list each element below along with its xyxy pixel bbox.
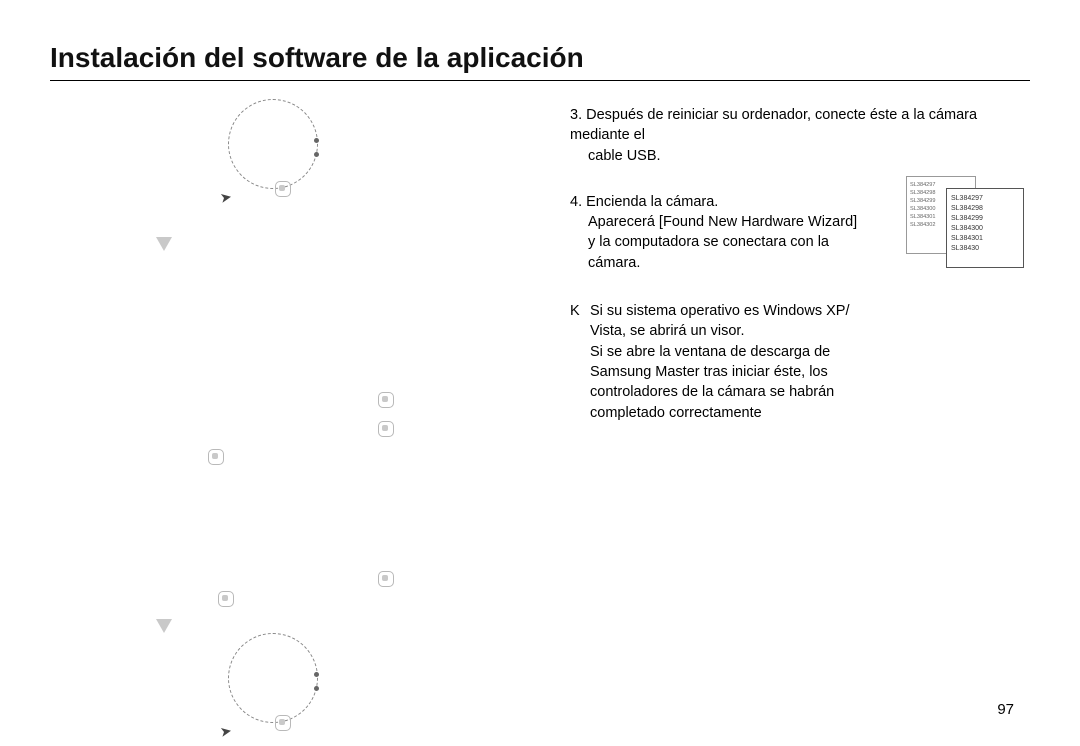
arrow-down-icon — [156, 619, 172, 633]
step-3: 3. Después de reiniciar su ordenador, co… — [570, 105, 1030, 166]
document-page: Instalación del software de la aplicació… — [0, 0, 1080, 746]
content-columns: ➤ ➤ 3. Después de reiniciar su ordenador… — [50, 99, 1030, 699]
note-line: Vista, se abrirá un visor. — [590, 321, 1030, 341]
dashed-circle-icon — [228, 633, 318, 723]
dashed-circle-icon — [228, 99, 318, 189]
figure-label: SL384298 — [951, 204, 1019, 214]
note-line: Samsung Master tras iniciar éste, los — [590, 362, 1030, 382]
figure-label: SL384301 — [951, 234, 1019, 244]
wizard-window-front: SL384297 SL384298 SL384299 SL384300 SL38… — [946, 188, 1024, 268]
placeholder-icon — [275, 715, 291, 731]
placeholder-icon — [378, 571, 394, 587]
step-3-line2: cable USB. — [570, 146, 1030, 166]
note-line: Si se abre la ventana de descarga de — [590, 342, 1030, 362]
note-line: Si su sistema operativo es Windows XP/ — [590, 301, 1030, 321]
figure-label: SL384297 — [951, 194, 1019, 204]
page-title: Instalación del software de la aplicació… — [50, 42, 1030, 81]
note-text: Si su sistema operativo es Windows XP/ V… — [590, 301, 1030, 423]
figure-label: SL38430 — [951, 244, 1019, 254]
cursor-pointer-icon: ➤ — [219, 722, 234, 741]
cursor-pointer-icon: ➤ — [219, 188, 234, 207]
note-block: K Si su sistema operativo es Windows XP/… — [570, 301, 1030, 423]
placeholder-icon — [378, 421, 394, 437]
note-line: controladores de la cámara se habrán — [590, 382, 1030, 402]
page-number: 97 — [997, 701, 1014, 718]
arrow-down-icon — [156, 237, 172, 251]
placeholder-icon — [218, 591, 234, 607]
placeholder-icon — [378, 392, 394, 408]
figure-label: SL384299 — [951, 214, 1019, 224]
placeholder-icon — [208, 449, 224, 465]
left-illustration-column: ➤ ➤ — [50, 99, 530, 699]
wizard-figure: SL384297 SL384298 SL384299 SL384300 SL38… — [906, 172, 1024, 268]
step-3-line1: 3. Después de reiniciar su ordenador, co… — [570, 105, 1030, 146]
note-line: completado correctamente — [590, 403, 1030, 423]
figure-label: SL384300 — [951, 224, 1019, 234]
placeholder-icon — [275, 181, 291, 197]
note-marker: K — [570, 301, 584, 423]
